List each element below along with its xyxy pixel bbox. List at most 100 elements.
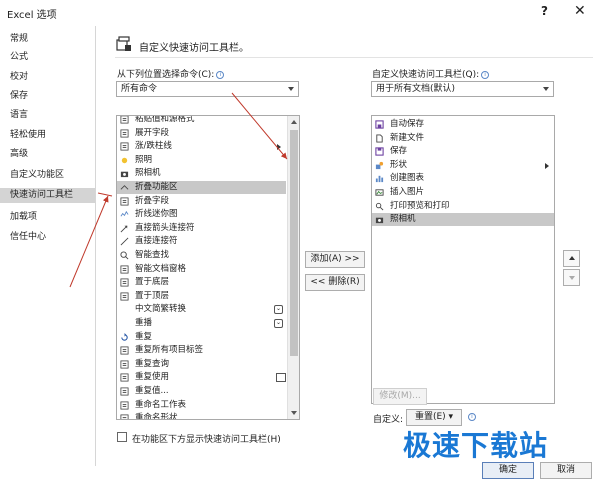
remove-button[interactable]: << 删除(R) bbox=[305, 274, 365, 291]
close-button[interactable]: ✕ bbox=[574, 3, 586, 19]
list-item[interactable]: 重命名形状 bbox=[117, 412, 286, 420]
sidebar-item[interactable]: 轻松使用 bbox=[10, 128, 46, 143]
list-item-label: 重播 bbox=[135, 318, 153, 328]
main-panel: 自定义快速访问工具栏。 从下列位置选择命令(C): i 所有命令 粘贴值和源格式展… bbox=[97, 26, 600, 488]
list-item[interactable]: 折线迷你图 bbox=[117, 208, 286, 221]
list-item[interactable]: 照明 bbox=[117, 154, 286, 167]
submenu-arrow-icon bbox=[277, 144, 281, 151]
list-item[interactable]: 置于底层 bbox=[117, 276, 286, 289]
arrow-up-icon bbox=[569, 256, 575, 260]
sidebar-item[interactable]: 高级 bbox=[10, 147, 28, 162]
list-item[interactable]: 创建图表 bbox=[372, 172, 554, 185]
autosave-icon bbox=[375, 120, 384, 129]
customize-scope-select[interactable]: 用于所有文档(默认) bbox=[371, 81, 554, 97]
list-item[interactable]: 直接箭头连接符 bbox=[117, 222, 286, 235]
choose-commands-select[interactable]: 所有命令 bbox=[116, 81, 299, 97]
list-item[interactable]: 重复值... bbox=[117, 385, 286, 398]
list-item-label: 折线迷你图 bbox=[135, 209, 178, 220]
list-item[interactable]: 照相机 bbox=[117, 167, 286, 180]
bring-to-front-icon bbox=[120, 292, 129, 301]
list-item[interactable]: 智能文档窗格 bbox=[117, 263, 286, 276]
customize-label: 自定义: bbox=[373, 415, 404, 425]
list-item-label: 智能文档窗格 bbox=[135, 263, 187, 274]
list-item[interactable]: 形状 bbox=[372, 159, 554, 172]
list-item-label: 照明 bbox=[135, 154, 153, 165]
list-item[interactable]: 中文简繁转换 ⌄ bbox=[117, 303, 286, 316]
list-item[interactable]: 智能查找 bbox=[117, 249, 286, 262]
sidebar-item[interactable]: 信任中心 bbox=[10, 230, 46, 245]
commands-list[interactable]: 粘贴值和源格式 展开字段 涨/跌柱线照明照相机 折叠功能区 折叠字段 折线迷你图直接箭头连… bbox=[116, 115, 300, 420]
choose-commands-label: 从下列位置选择命令(C): i bbox=[117, 67, 225, 80]
list-item-label: 新建文件 bbox=[390, 132, 425, 143]
rename-sheet-icon bbox=[120, 401, 129, 410]
sidebar-item[interactable]: 公式 bbox=[10, 50, 28, 65]
list-item[interactable]: 保存 bbox=[372, 145, 554, 158]
list-item[interactable]: 重复所有项目标签 bbox=[117, 344, 286, 357]
send-to-back-icon bbox=[120, 278, 129, 287]
sidebar-item[interactable]: 校对 bbox=[10, 70, 28, 85]
repeat-query-icon bbox=[120, 360, 129, 369]
list-item[interactable]: 展开字段 bbox=[117, 127, 286, 140]
list-item[interactable]: 打印预览和打印 bbox=[372, 200, 554, 213]
list-item[interactable]: 新建文件 bbox=[372, 132, 554, 145]
list-item[interactable]: 置于顶层 bbox=[117, 290, 286, 303]
list-item[interactable]: 涨/跌柱线 bbox=[117, 140, 286, 153]
list-item-label: 重复 bbox=[135, 331, 153, 342]
list-item[interactable]: 折叠功能区 bbox=[117, 181, 286, 194]
list-item-label: 重命名形状 bbox=[135, 413, 178, 420]
arrow-connector-icon bbox=[120, 225, 128, 233]
list-item[interactable]: 重复使用 bbox=[117, 371, 286, 384]
commands-list-scrollbar[interactable] bbox=[287, 116, 299, 419]
info-icon: i bbox=[216, 71, 225, 79]
sidebar-item[interactable]: 快速访问工具栏 bbox=[0, 188, 95, 203]
list-item-label: 直接连接符 bbox=[135, 236, 178, 247]
title-bar: Excel 选项 ? ✕ bbox=[0, 0, 600, 24]
save-icon bbox=[375, 147, 384, 156]
list-item[interactable]: 折叠字段 bbox=[117, 195, 286, 208]
list-item[interactable]: 重播 ⌄ bbox=[117, 317, 286, 330]
move-down-button[interactable] bbox=[563, 269, 580, 286]
repeat-labels-icon bbox=[120, 346, 129, 355]
list-item[interactable]: 重复 bbox=[117, 331, 286, 344]
list-item-label: 打印预览和打印 bbox=[390, 200, 450, 211]
list-item[interactable]: 直接连接符 bbox=[117, 235, 286, 248]
duplicate-values-icon bbox=[120, 387, 129, 396]
sidebar-item[interactable]: 语言 bbox=[10, 108, 28, 123]
show-below-ribbon-checkbox[interactable] bbox=[117, 432, 127, 442]
list-item-label: 重复使用 bbox=[135, 372, 170, 383]
sidebar-item[interactable]: 自定义功能区 bbox=[10, 168, 64, 183]
scroll-down-icon[interactable] bbox=[291, 411, 297, 415]
list-item-label: 置于顶层 bbox=[135, 290, 170, 301]
straight-connector-icon bbox=[120, 237, 129, 246]
sidebar-item[interactable]: 常规 bbox=[10, 32, 28, 47]
scroll-up-icon[interactable] bbox=[291, 120, 297, 124]
scrollbar-thumb[interactable] bbox=[290, 130, 298, 356]
ok-button[interactable]: 确定 bbox=[482, 462, 534, 479]
list-item-label: 涨/跌柱线 bbox=[135, 141, 172, 152]
cancel-button[interactable]: 取消 bbox=[540, 462, 592, 479]
help-button[interactable]: ? bbox=[541, 4, 548, 18]
move-up-button[interactable] bbox=[563, 250, 580, 267]
list-item[interactable]: 重复查询 bbox=[117, 358, 286, 371]
list-item-label: 重复值... bbox=[135, 386, 169, 396]
list-item[interactable]: 粘贴值和源格式 bbox=[117, 116, 286, 126]
list-item-label: 重复所有项目标签 bbox=[135, 345, 204, 356]
customize-toolbar-label: 自定义快速访问工具栏(Q): i bbox=[372, 67, 490, 80]
sidebar-item[interactable]: 加载项 bbox=[10, 210, 37, 225]
modify-button[interactable]: 修改(M)... bbox=[373, 388, 427, 405]
list-item[interactable]: 插入图片 bbox=[372, 186, 554, 199]
toolbar-items-list[interactable]: 自动保存 新建文件保存 形状 创建图表 插入图片 打印预览和打印 照相机 bbox=[371, 115, 555, 404]
add-button[interactable]: 添加(A) >> bbox=[305, 251, 365, 268]
list-item[interactable]: 自动保存 bbox=[372, 118, 554, 131]
sidebar-item[interactable]: 保存 bbox=[10, 89, 28, 104]
rename-shape-icon bbox=[120, 414, 129, 419]
dropdown-icon: ⌄ bbox=[274, 319, 283, 328]
collapse-field-icon bbox=[120, 197, 129, 206]
list-item[interactable]: 重命名工作表 bbox=[117, 399, 286, 412]
submenu-arrow-icon bbox=[545, 162, 549, 169]
list-item-label: 置于底层 bbox=[135, 277, 170, 288]
list-item[interactable]: 照相机 bbox=[372, 213, 554, 227]
list-item-label: 照相机 bbox=[390, 214, 416, 225]
quick-access-toolbar-icon bbox=[116, 36, 131, 51]
expand-field-icon bbox=[120, 129, 129, 138]
